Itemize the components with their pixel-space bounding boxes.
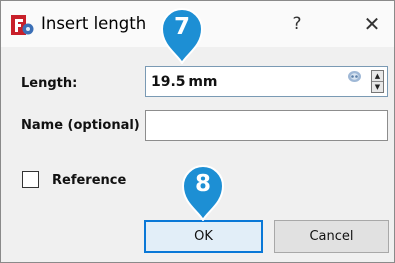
help-button[interactable]: ? [287, 14, 307, 34]
freecad-sketcher-icon [11, 15, 34, 35]
length-spinbox[interactable]: ▲ ▼ [371, 70, 384, 93]
dialog-title: Insert length [41, 14, 147, 33]
length-label: Length: [21, 76, 78, 91]
step-8-number: 8 [194, 171, 211, 197]
cancel-button[interactable]: Cancel [274, 220, 389, 253]
spin-down-icon[interactable]: ▼ [372, 82, 383, 92]
expression-link-icon[interactable] [347, 70, 362, 83]
reference-checkbox[interactable] [22, 171, 39, 188]
name-input[interactable] [145, 110, 388, 141]
step-7-marker: 7 [159, 6, 205, 66]
length-value: 19.5 mm [151, 74, 218, 90]
step-8-marker: 8 [180, 163, 226, 223]
reference-label[interactable]: Reference [52, 173, 126, 188]
close-button[interactable]: ✕ [361, 13, 383, 35]
spin-up-icon[interactable]: ▲ [372, 71, 383, 82]
ok-button[interactable]: OK [144, 220, 263, 253]
name-label: Name (optional) [21, 118, 140, 133]
step-7-number: 7 [173, 14, 190, 40]
length-input[interactable]: 19.5 mm ▲ ▼ [145, 66, 388, 97]
